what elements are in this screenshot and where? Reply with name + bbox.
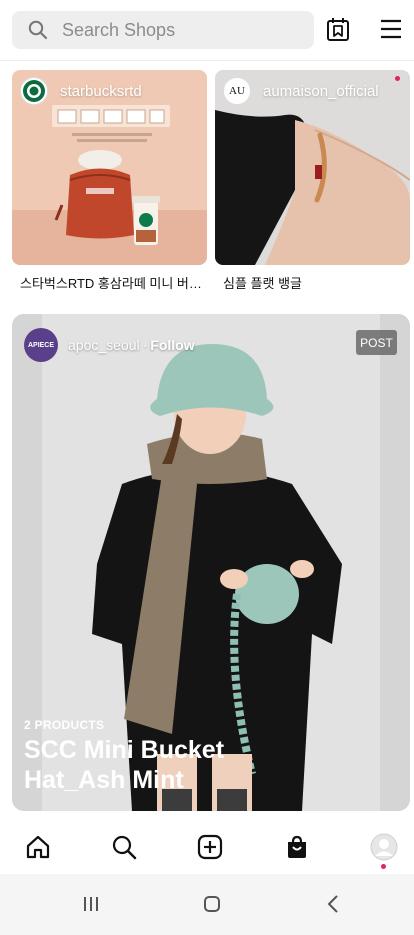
post-user-info: APIECE apoc_seoul · Follow (24, 328, 195, 362)
apoc-avatar[interactable]: APIECE (24, 328, 58, 362)
search-icon[interactable] (108, 832, 140, 862)
hamburger-menu-icon[interactable] (377, 15, 405, 43)
profile-avatar-icon[interactable] (368, 832, 400, 862)
home-icon[interactable] (22, 832, 54, 862)
live-indicator-dot (395, 76, 400, 81)
search-bar[interactable]: Search Shops (12, 11, 314, 49)
card-username: aumaison_official (263, 82, 379, 100)
search-placeholder: Search Shops (62, 19, 176, 40)
featured-post[interactable]: APIECE apoc_seoul · Follow POST 2 PRODUC… (12, 314, 410, 811)
shop-card-starbucksrtd[interactable]: starbucksrtd (12, 70, 207, 265)
top-header: Search Shops (0, 0, 414, 60)
system-navigation-bar (0, 874, 414, 935)
shopping-bag-icon[interactable] (281, 832, 313, 862)
header-divider (0, 60, 414, 61)
aumaison-logo-avatar: AU (223, 77, 251, 105)
recent-apps-icon[interactable] (76, 892, 106, 916)
card-user-info[interactable]: starbucksrtd (20, 77, 142, 105)
bottom-tab-bar (0, 820, 414, 874)
post-separator: · (142, 337, 148, 353)
post-title: SCC Mini Bucket Hat_Ash Mint (24, 736, 225, 794)
follow-button[interactable]: Follow (150, 337, 194, 353)
search-icon (28, 20, 48, 40)
calendar-bookmark-icon[interactable] (324, 15, 352, 43)
card-title[interactable]: 스타벅스RTD 홍삼라떼 미니 버킷... (20, 273, 205, 292)
starbucks-logo-avatar (20, 77, 48, 105)
notification-dot (381, 864, 386, 869)
card-username: starbucksrtd (60, 82, 142, 100)
card-user-info[interactable]: AU aumaison_official (223, 77, 379, 105)
post-type-badge: POST (356, 330, 397, 355)
back-icon[interactable] (318, 892, 348, 916)
shop-card-aumaison[interactable]: AU aumaison_official (215, 70, 410, 265)
card-title[interactable]: 심플 플랫 뱅글 (223, 273, 408, 292)
product-count: 2 PRODUCTS (24, 718, 105, 732)
add-post-icon[interactable] (194, 832, 226, 862)
post-username[interactable]: apoc_seoul (68, 337, 140, 353)
home-circle-icon[interactable] (197, 892, 227, 916)
